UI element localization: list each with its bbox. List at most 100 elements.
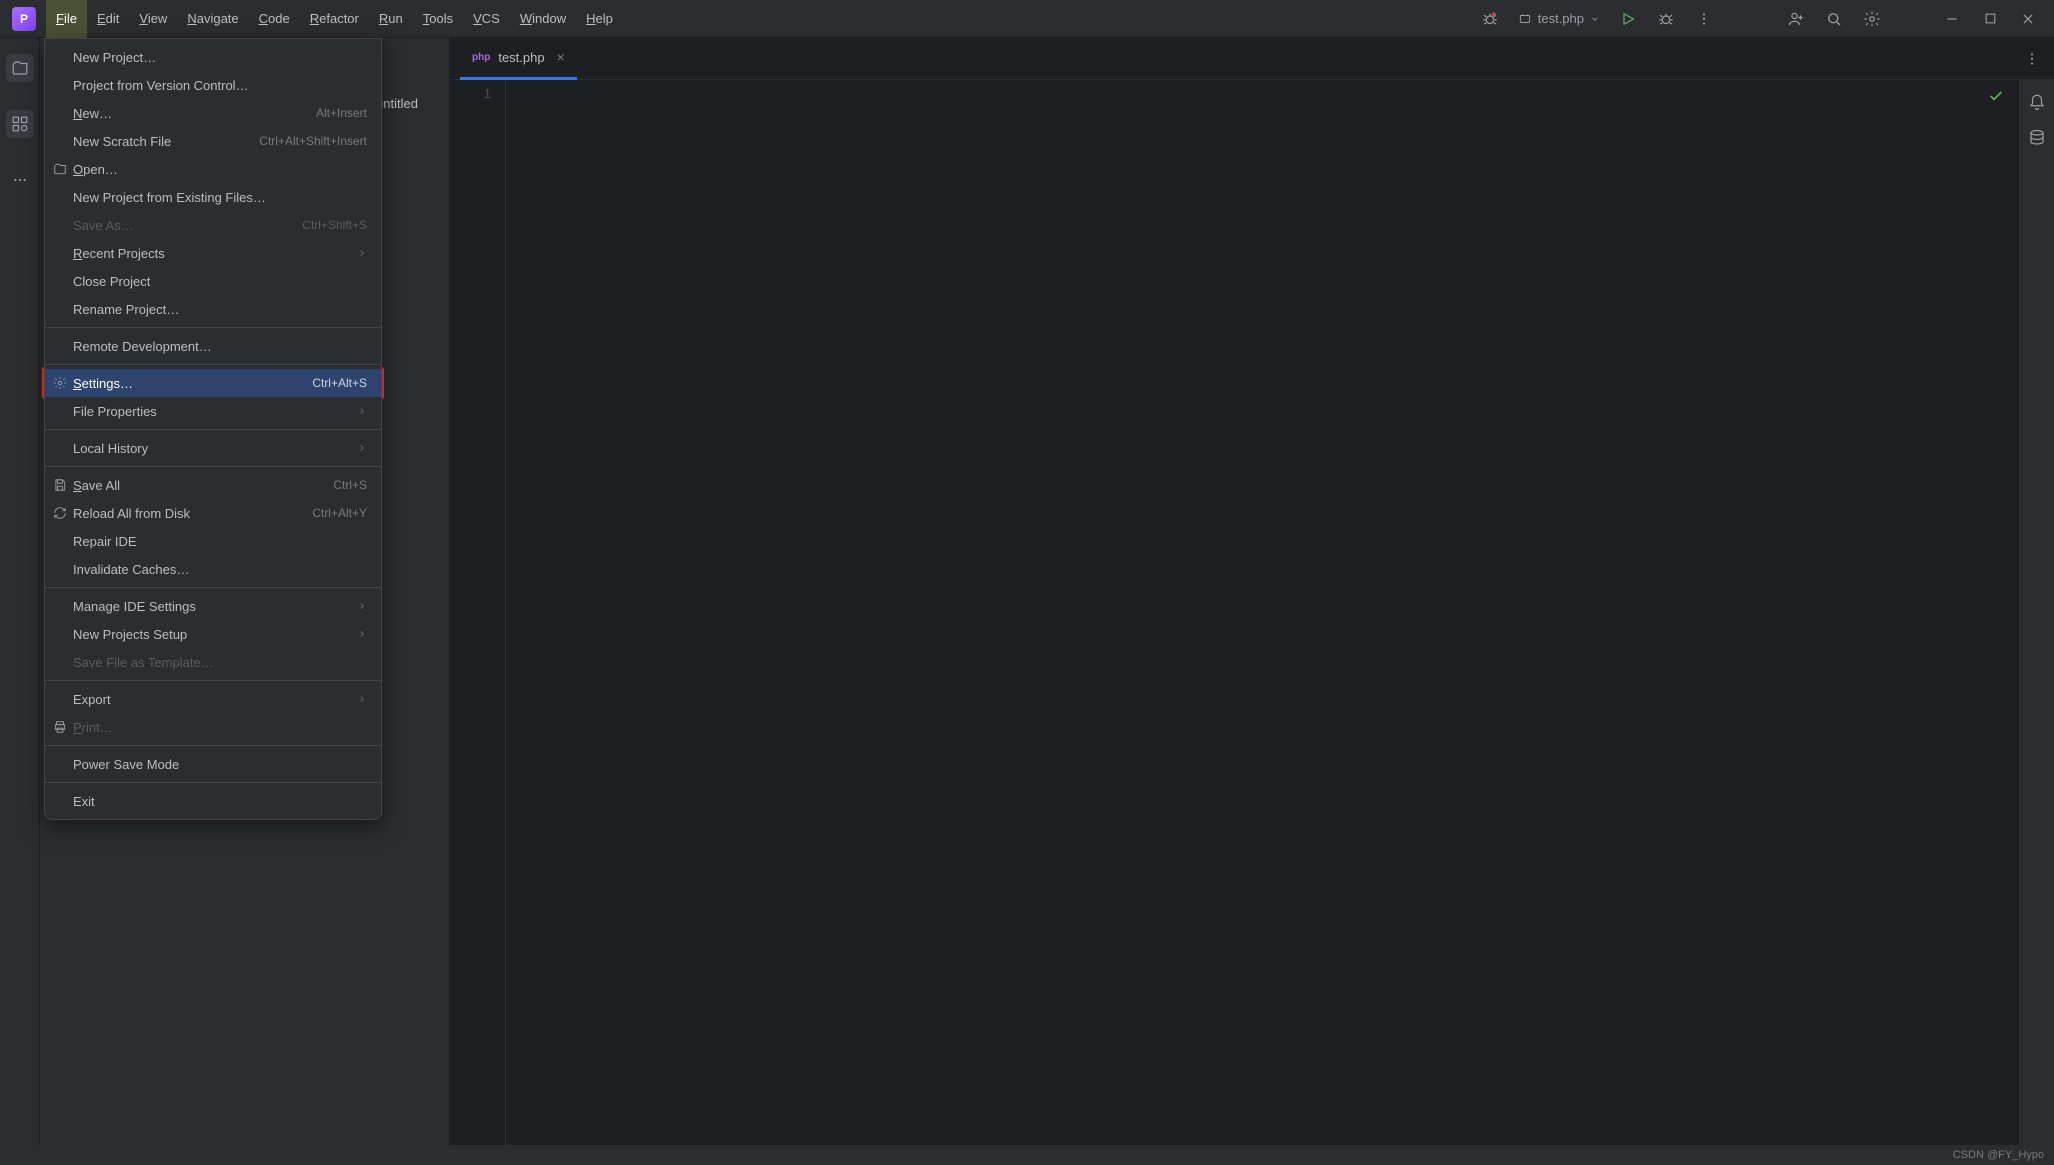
menu-item-label: New… <box>73 106 112 121</box>
menu-item-reload-all-from-disk[interactable]: Reload All from Disk Ctrl+Alt+Y <box>45 499 381 527</box>
menu-item-label: Print… <box>73 720 113 735</box>
watermark-text: CSDN @FY_Hypo <box>1953 1149 2044 1161</box>
right-tool-rail <box>2018 80 2054 1145</box>
shortcut-label: Ctrl+Alt+S <box>312 376 367 390</box>
status-bar: CSDN @FY_Hypo <box>0 1145 2054 1165</box>
menu-item-label: Rename Project… <box>73 302 179 317</box>
menu-item-remote-development[interactable]: Remote Development… <box>45 332 381 360</box>
menu-edit[interactable]: Edit <box>87 0 129 38</box>
menu-item-recent-projects[interactable]: Recent Projects <box>45 239 381 267</box>
shortcut-label: Ctrl+Alt+Shift+Insert <box>259 134 367 148</box>
database-icon[interactable] <box>2027 128 2047 148</box>
debug-icon[interactable] <box>1656 9 1676 29</box>
menu-item-close-project[interactable]: Close Project <box>45 267 381 295</box>
menu-navigate[interactable]: Navigate <box>177 0 248 38</box>
menu-item-new[interactable]: New… Alt+Insert <box>45 99 381 127</box>
menu-item-repair-ide[interactable]: Repair IDE <box>45 527 381 555</box>
user-plus-icon[interactable] <box>1786 9 1806 29</box>
shortcut-label: Ctrl+Alt+Y <box>312 506 367 520</box>
menu-item-label: New Project from Existing Files… <box>73 190 266 205</box>
menu-item-label: Repair IDE <box>73 534 137 549</box>
tab-close-icon[interactable]: × <box>557 49 565 65</box>
run-config-selector[interactable]: test.php <box>1518 11 1600 26</box>
close-icon[interactable] <box>2018 9 2038 29</box>
menu-item-new-scratch-file[interactable]: New Scratch File Ctrl+Alt+Shift+Insert <box>45 127 381 155</box>
menu-item-label: Exit <box>73 794 95 809</box>
inspection-ok-icon[interactable] <box>1988 88 2004 104</box>
shortcut-label: Ctrl+S <box>333 478 367 492</box>
save-icon <box>52 477 68 493</box>
menu-item-exit[interactable]: Exit <box>45 787 381 815</box>
code-area[interactable] <box>505 80 2018 1145</box>
menu-item-label: Manage IDE Settings <box>73 599 196 614</box>
tab-more-icon[interactable] <box>2024 51 2040 67</box>
maximize-icon[interactable] <box>1980 9 2000 29</box>
menubar-right: test.php <box>1480 9 2046 29</box>
run-icon[interactable] <box>1618 9 1638 29</box>
menu-item-label: Reload All from Disk <box>73 506 190 521</box>
submenu-chevron-icon <box>357 406 367 416</box>
menu-item-label: Open… <box>73 162 118 177</box>
menu-item-project-from-version-control[interactable]: Project from Version Control… <box>45 71 381 99</box>
more-vertical-icon[interactable] <box>1694 9 1714 29</box>
menu-help[interactable]: Help <box>576 0 623 38</box>
bug-icon[interactable] <box>1480 9 1500 29</box>
menu-item-new-project[interactable]: New Project… <box>45 43 381 71</box>
menu-item-label: Recent Projects <box>73 246 165 261</box>
menu-item-new-projects-setup[interactable]: New Projects Setup <box>45 620 381 648</box>
menu-tools[interactable]: Tools <box>413 0 463 38</box>
menu-item-invalidate-caches[interactable]: Invalidate Caches… <box>45 555 381 583</box>
menu-item-save-all[interactable]: Save AllCtrl+S <box>45 471 381 499</box>
submenu-chevron-icon <box>357 629 367 639</box>
print-icon <box>52 719 68 735</box>
menu-item-label: File Properties <box>73 404 157 419</box>
search-icon[interactable] <box>1824 9 1844 29</box>
notifications-icon[interactable] <box>2027 92 2047 112</box>
menu-file[interactable]: File <box>46 0 87 38</box>
menu-item-label: Settings… <box>73 376 133 391</box>
menu-item-label: Close Project <box>73 274 150 289</box>
menu-vcs[interactable]: VCS <box>463 0 510 38</box>
menu-item-label: New Project… <box>73 50 156 65</box>
app-logo: P <box>12 7 36 31</box>
gutter-line-1: 1 <box>450 86 491 101</box>
shortcut-label: Alt+Insert <box>316 106 367 120</box>
menu-item-save-file-as-template: Save File as Template… <box>45 648 381 676</box>
editor-body: 1 <box>450 80 2054 1145</box>
menu-bar: P FileEditViewNavigateCodeRefactorRunToo… <box>0 0 2054 38</box>
menu-item-power-save-mode[interactable]: Power Save Mode <box>45 750 381 778</box>
menu-item-label: New Scratch File <box>73 134 171 149</box>
left-tool-rail <box>0 38 40 1145</box>
menu-view[interactable]: View <box>129 0 177 38</box>
settings-icon[interactable] <box>1862 9 1882 29</box>
main-area: untitled New Project…Project from Versio… <box>0 38 2054 1145</box>
menu-refactor[interactable]: Refactor <box>300 0 369 38</box>
reload-icon <box>52 505 68 521</box>
menu-item-export[interactable]: Export <box>45 685 381 713</box>
submenu-chevron-icon <box>357 601 367 611</box>
project-panel: untitled New Project…Project from Versio… <box>40 38 450 1145</box>
menu-item-settings[interactable]: Settings… Ctrl+Alt+S <box>45 369 381 397</box>
menu-item-manage-ide-settings[interactable]: Manage IDE Settings <box>45 592 381 620</box>
more-tool-button[interactable] <box>6 166 34 194</box>
menu-item-rename-project[interactable]: Rename Project… <box>45 295 381 323</box>
menu-code[interactable]: Code <box>249 0 300 38</box>
menu-item-open[interactable]: Open… <box>45 155 381 183</box>
menu-run[interactable]: Run <box>369 0 413 38</box>
menu-item-local-history[interactable]: Local History <box>45 434 381 462</box>
submenu-chevron-icon <box>357 248 367 258</box>
menu-item-new-project-from-existing-files[interactable]: New Project from Existing Files… <box>45 183 381 211</box>
menu-window[interactable]: Window <box>510 0 576 38</box>
menu-item-file-properties[interactable]: File Properties <box>45 397 381 425</box>
minimize-icon[interactable] <box>1942 9 1962 29</box>
menu-item-save-as: Save As…Ctrl+Shift+S <box>45 211 381 239</box>
project-tool-button[interactable] <box>6 54 34 82</box>
structure-tool-button[interactable] <box>6 110 34 138</box>
menu-item-label: New Projects Setup <box>73 627 187 642</box>
shortcut-label: Ctrl+Shift+S <box>302 218 367 232</box>
editor-tab-active[interactable]: php test.php × <box>460 38 577 80</box>
editor-tab-bar: php test.php × <box>450 38 2054 80</box>
menu-item-label: Remote Development… <box>73 339 212 354</box>
menu-items: FileEditViewNavigateCodeRefactorRunTools… <box>46 0 623 38</box>
menu-item-print: Print… <box>45 713 381 741</box>
